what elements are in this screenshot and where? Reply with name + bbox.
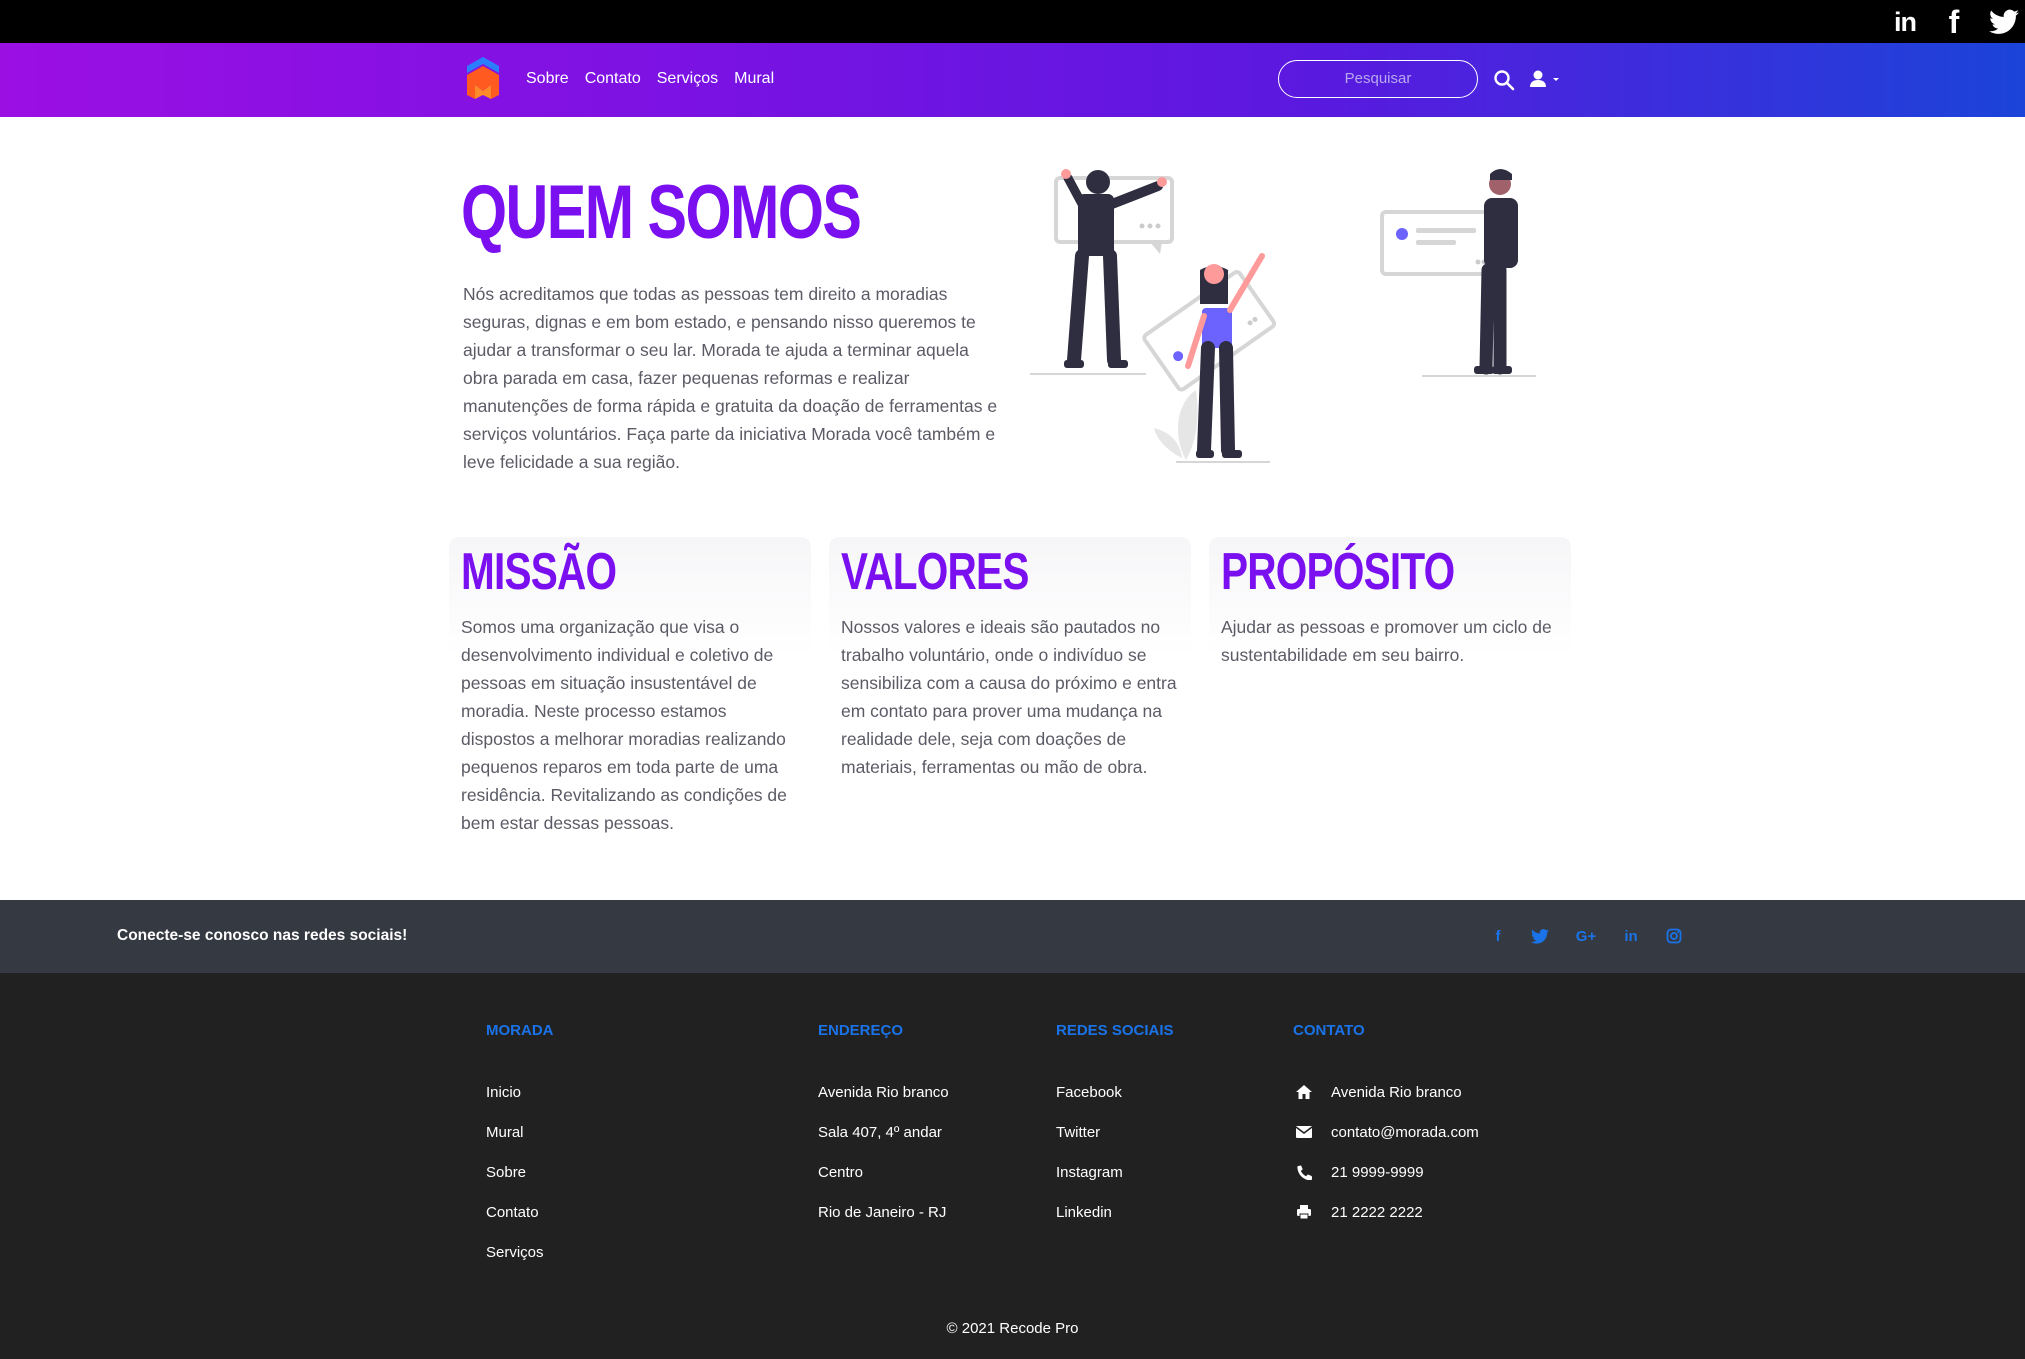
footer-link-sobre[interactable]: Sobre bbox=[486, 1152, 554, 1192]
connect-bar: Conecte-se conosco nas redes sociais! bbox=[0, 900, 2025, 973]
nav-links: Sobre Contato Serviços Mural bbox=[526, 70, 774, 88]
footer-column-redes-sociais: REDES SOCIAIS Facebook Twitter Instagram… bbox=[1056, 1022, 1174, 1232]
top-social-bar: in f bbox=[0, 0, 2025, 43]
footer-heading: MORADA bbox=[486, 1022, 554, 1039]
address-line: Centro bbox=[818, 1163, 864, 1181]
contact-email[interactable]: contato@morada.com bbox=[1293, 1112, 1479, 1152]
values-card: VALORES Nossos valores e ideais são paut… bbox=[829, 537, 1191, 837]
user-menu-icon[interactable] bbox=[1529, 69, 1565, 91]
footer-link-facebook[interactable]: Facebook bbox=[1056, 1072, 1174, 1112]
purpose-card: PROPÓSITO Ajudar as pessoas e promover u… bbox=[1209, 537, 1571, 837]
contact-phone-text: 21 9999-9999 bbox=[1331, 1163, 1424, 1181]
values-title: VALORES bbox=[841, 543, 1029, 601]
address-line: Rio de Janeiro - RJ bbox=[818, 1203, 947, 1221]
contact-email-text: contato@morada.com bbox=[1331, 1123, 1479, 1141]
mission-title: MISSÃO bbox=[461, 543, 617, 601]
contact-fax: 21 2222 2222 bbox=[1293, 1192, 1479, 1232]
purpose-title: PROPÓSITO bbox=[1221, 543, 1455, 601]
home-icon bbox=[1293, 1084, 1315, 1100]
linkedin-icon[interactable]: in bbox=[1888, 7, 1922, 37]
contact-fax-text: 21 2222 2222 bbox=[1331, 1203, 1423, 1221]
footer-heading: ENDEREÇO bbox=[818, 1022, 904, 1039]
footer-heading: CONTATO bbox=[1293, 1022, 1365, 1039]
twitter-icon[interactable] bbox=[1988, 8, 2020, 36]
footer-link-instagram[interactable]: Instagram bbox=[1056, 1152, 1174, 1192]
nav-link-mural[interactable]: Mural bbox=[734, 70, 774, 88]
phone-icon bbox=[1293, 1164, 1315, 1180]
footer-link-inicio[interactable]: Inicio bbox=[486, 1072, 554, 1112]
footer-heading: REDES SOCIAIS bbox=[1056, 1022, 1174, 1039]
purpose-text: Ajudar as pessoas e promover um ciclo de… bbox=[1221, 617, 1552, 665]
hero-description: Nós acreditamos que todas as pessoas tem… bbox=[463, 284, 998, 472]
address-line: Sala 407, 4º andar bbox=[818, 1123, 942, 1141]
print-icon bbox=[1293, 1204, 1315, 1220]
copyright: © 2021 Recode Pro bbox=[946, 1320, 1079, 1337]
google-plus-icon[interactable]: G+ bbox=[1574, 926, 1598, 946]
mission-text: Somos uma organização que visa o desenvo… bbox=[461, 617, 787, 833]
footer-column-endereco: ENDEREÇO Avenida Rio branco Sala 407, 4º… bbox=[818, 1022, 949, 1232]
contact-address: Avenida Rio branco bbox=[1293, 1072, 1479, 1112]
contact-address-text: Avenida Rio branco bbox=[1331, 1083, 1462, 1101]
footer-link-mural[interactable]: Mural bbox=[486, 1112, 554, 1152]
team-illustration bbox=[1030, 160, 1540, 470]
footer-link-twitter[interactable]: Twitter bbox=[1056, 1112, 1174, 1152]
nav-link-sobre[interactable]: Sobre bbox=[526, 70, 569, 88]
nav-link-servicos[interactable]: Serviços bbox=[657, 70, 718, 88]
morada-logo[interactable] bbox=[463, 55, 503, 103]
footer-column-morada: MORADA Inicio Mural Sobre Contato Serviç… bbox=[486, 1022, 554, 1272]
nav-link-contato[interactable]: Contato bbox=[585, 70, 641, 88]
page-title: QUEM SOMOS bbox=[461, 170, 862, 255]
twitter-icon[interactable] bbox=[1529, 926, 1551, 946]
footer-column-contato: CONTATO Avenida Rio branco contato@morad… bbox=[1293, 1022, 1479, 1232]
instagram-icon[interactable] bbox=[1664, 926, 1684, 946]
values-text: Nossos valores e ideais são pautados no … bbox=[841, 617, 1177, 777]
facebook-icon[interactable]: f bbox=[1490, 926, 1506, 946]
footer bbox=[0, 973, 2025, 1359]
search-input[interactable]: Pesquisar bbox=[1278, 60, 1478, 98]
footer-link-servicos[interactable]: Serviços bbox=[486, 1232, 554, 1272]
mission-card: MISSÃO Somos uma organização que visa o … bbox=[449, 537, 811, 837]
address-line: Avenida Rio branco bbox=[818, 1083, 949, 1101]
footer-link-contato[interactable]: Contato bbox=[486, 1192, 554, 1232]
envelope-icon bbox=[1293, 1126, 1315, 1138]
connect-text: Conecte-se conosco nas redes sociais! bbox=[117, 927, 408, 944]
contact-phone: 21 9999-9999 bbox=[1293, 1152, 1479, 1192]
facebook-icon[interactable]: f bbox=[1942, 4, 1966, 40]
search-icon[interactable] bbox=[1493, 69, 1515, 91]
navbar: Sobre Contato Serviços Mural Pesquisar bbox=[0, 43, 2025, 117]
footer-link-linkedin[interactable]: Linkedin bbox=[1056, 1192, 1174, 1232]
linkedin-icon[interactable]: in bbox=[1620, 926, 1642, 946]
